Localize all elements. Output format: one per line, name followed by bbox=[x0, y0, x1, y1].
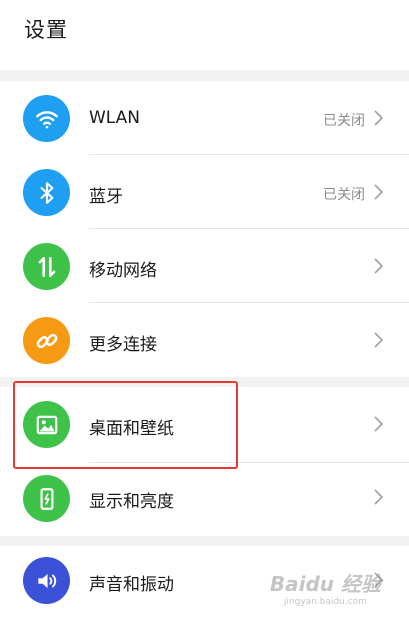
page-title: 设置 bbox=[24, 18, 68, 42]
setting-label: 更多连接 bbox=[89, 335, 157, 355]
section-gap bbox=[0, 536, 409, 546]
sound-icon bbox=[23, 557, 70, 604]
watermark-brand: Baidu 经验 bbox=[269, 572, 381, 596]
status-text: 已关闭 bbox=[323, 187, 365, 203]
link-icon bbox=[23, 317, 70, 364]
section-gap bbox=[0, 377, 409, 387]
setting-label: 声音和振动 bbox=[89, 575, 174, 595]
chevron-right-icon bbox=[374, 184, 384, 200]
setting-label: 显示和亮度 bbox=[89, 492, 174, 512]
setting-item-display[interactable]: 显示和亮度 bbox=[0, 463, 409, 536]
mobile-data-icon bbox=[23, 243, 70, 290]
chevron-right-icon bbox=[374, 416, 384, 432]
bluetooth-icon bbox=[23, 169, 70, 216]
wifi-icon bbox=[23, 95, 70, 142]
watermark: Baidu 经验 jingyan.baidu.com bbox=[270, 568, 381, 607]
section-gap bbox=[0, 70, 409, 81]
setting-item-bluetooth[interactable]: 蓝牙 已关闭 bbox=[0, 155, 409, 229]
chevron-right-icon bbox=[374, 332, 384, 348]
setting-item-more-connections[interactable]: 更多连接 bbox=[0, 303, 409, 377]
setting-item-wlan[interactable]: WLAN 已关闭 bbox=[0, 81, 409, 155]
wallpaper-icon bbox=[23, 401, 70, 448]
chevron-right-icon bbox=[374, 489, 384, 505]
chevron-right-icon bbox=[374, 110, 384, 126]
display-brightness-icon bbox=[23, 475, 70, 522]
setting-label: WLAN bbox=[89, 108, 141, 128]
setting-item-mobile-network[interactable]: 移动网络 bbox=[0, 229, 409, 303]
status-text: 已关闭 bbox=[323, 113, 365, 129]
watermark-url: jingyan.baidu.com bbox=[283, 597, 367, 607]
setting-label: 桌面和壁纸 bbox=[89, 419, 174, 439]
setting-item-wallpaper[interactable]: 桌面和壁纸 bbox=[0, 387, 409, 463]
setting-label: 蓝牙 bbox=[89, 187, 123, 207]
chevron-right-icon bbox=[374, 258, 384, 274]
header-bar: 设置 bbox=[0, 0, 409, 70]
setting-label: 移动网络 bbox=[89, 261, 157, 281]
